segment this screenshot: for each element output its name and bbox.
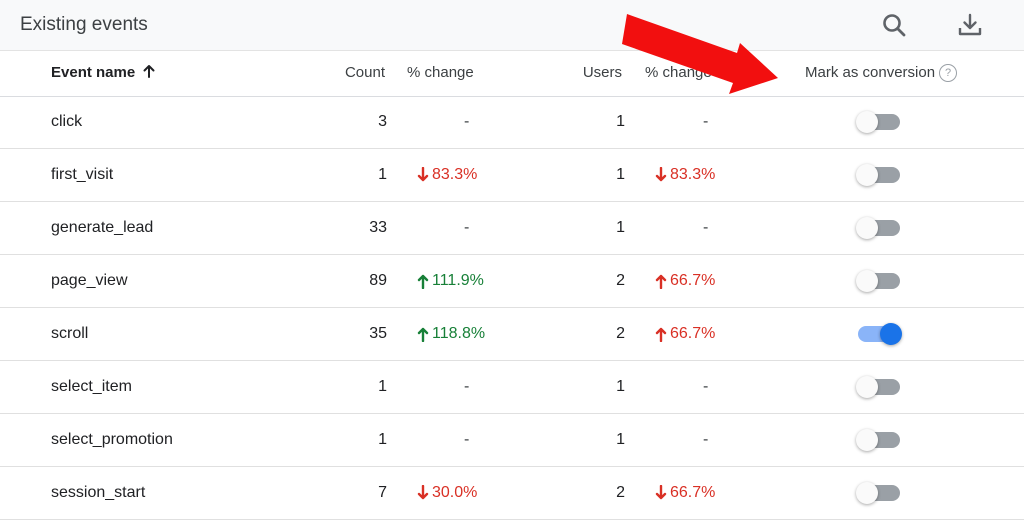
count-change: 83.3% bbox=[416, 166, 477, 184]
toggle-knob bbox=[856, 164, 878, 186]
event-count: 1 bbox=[378, 378, 387, 395]
users-change-value: 66.7% bbox=[670, 484, 716, 501]
search-button[interactable] bbox=[877, 8, 911, 42]
column-mark-conversion-label: Mark as conversion bbox=[805, 64, 936, 81]
event-count: 3 bbox=[378, 113, 387, 130]
users-change: - bbox=[703, 113, 709, 130]
count-change: - bbox=[464, 113, 470, 130]
count-change: 30.0% bbox=[416, 484, 477, 502]
arrow-up-icon bbox=[655, 327, 667, 342]
arrow-up-icon bbox=[655, 274, 667, 289]
events-table-body: click 3 - 1 - first_visit 1 83.3% 1 83.3% generate… bbox=[0, 96, 1024, 520]
users-change: 66.7% bbox=[654, 325, 715, 343]
event-count: 1 bbox=[378, 431, 387, 448]
event-count: 89 bbox=[369, 272, 387, 289]
users-change-value: 66.7% bbox=[670, 272, 716, 289]
users-change: 83.3% bbox=[654, 166, 715, 184]
column-headers: Event name Count % change Users % change… bbox=[0, 50, 1024, 97]
table-row: select_promotion 1 - 1 - bbox=[0, 414, 1024, 467]
column-count-change[interactable]: % change bbox=[407, 64, 474, 81]
mark-as-conversion-toggle[interactable] bbox=[856, 482, 902, 504]
help-icon[interactable]: ? bbox=[939, 64, 958, 83]
event-count: 33 bbox=[369, 219, 387, 236]
arrow-down-icon bbox=[417, 167, 429, 182]
event-name: scroll bbox=[51, 325, 89, 342]
users-change-value: 66.7% bbox=[670, 325, 716, 342]
event-users: 1 bbox=[616, 166, 625, 183]
column-event-name-label: Event name bbox=[51, 64, 136, 81]
count-change-value: 111.9% bbox=[432, 272, 484, 289]
column-users-change[interactable]: % change bbox=[645, 64, 712, 81]
users-change-value: 83.3% bbox=[670, 166, 716, 183]
mark-as-conversion-toggle[interactable] bbox=[856, 429, 902, 451]
event-name: generate_lead bbox=[51, 219, 154, 236]
download-icon bbox=[958, 13, 982, 36]
table-row: click 3 - 1 - bbox=[0, 96, 1024, 149]
event-count: 35 bbox=[369, 325, 387, 342]
arrow-down-icon bbox=[417, 485, 429, 500]
event-count: 1 bbox=[378, 166, 387, 183]
count-change: - bbox=[464, 219, 470, 236]
table-row: generate_lead 33 - 1 - bbox=[0, 202, 1024, 255]
column-event-name[interactable]: Event name bbox=[51, 64, 156, 81]
table-row: session_start 7 30.0% 2 66.7% bbox=[0, 467, 1024, 520]
column-count[interactable]: Count bbox=[345, 64, 385, 81]
count-change: 111.9% bbox=[416, 272, 484, 290]
toggle-knob bbox=[856, 376, 878, 398]
table-row: page_view 89 111.9% 2 66.7% bbox=[0, 255, 1024, 308]
event-name: select_promotion bbox=[51, 431, 173, 448]
users-change: - bbox=[703, 431, 709, 448]
event-name: first_visit bbox=[51, 166, 114, 183]
card-title: Existing events bbox=[20, 14, 148, 35]
mark-as-conversion-toggle[interactable] bbox=[856, 270, 902, 292]
event-name: page_view bbox=[51, 272, 128, 289]
toggle-knob bbox=[856, 429, 878, 451]
users-change: 66.7% bbox=[654, 484, 715, 502]
arrow-down-icon bbox=[655, 167, 667, 182]
table-row: first_visit 1 83.3% 1 83.3% bbox=[0, 149, 1024, 202]
users-change: - bbox=[703, 219, 709, 236]
event-users: 1 bbox=[616, 431, 625, 448]
table-header-bar: Existing events bbox=[0, 0, 1024, 51]
count-change: 118.8% bbox=[416, 325, 485, 343]
mark-as-conversion-toggle[interactable] bbox=[856, 111, 902, 133]
mark-as-conversion-toggle[interactable] bbox=[856, 376, 902, 398]
users-change: - bbox=[703, 378, 709, 395]
toggle-knob bbox=[880, 323, 902, 345]
column-users[interactable]: Users bbox=[583, 64, 622, 81]
event-name: session_start bbox=[51, 484, 146, 501]
event-name: select_item bbox=[51, 378, 132, 395]
event-name: click bbox=[51, 113, 83, 130]
table-row: scroll 35 118.8% 2 66.7% bbox=[0, 308, 1024, 361]
users-change: 66.7% bbox=[654, 272, 715, 290]
search-icon bbox=[883, 14, 906, 37]
event-users: 2 bbox=[616, 325, 625, 342]
toggle-knob bbox=[856, 270, 878, 292]
event-users: 1 bbox=[616, 219, 625, 236]
count-change-value: 83.3% bbox=[432, 166, 478, 183]
count-change: - bbox=[464, 431, 470, 448]
arrow-up-icon bbox=[143, 65, 155, 78]
arrow-up-icon bbox=[417, 274, 429, 289]
event-users: 2 bbox=[616, 272, 625, 289]
event-count: 7 bbox=[378, 484, 387, 501]
toggle-knob bbox=[856, 217, 878, 239]
count-change: - bbox=[464, 378, 470, 395]
toggle-knob bbox=[856, 482, 878, 504]
event-users: 1 bbox=[616, 378, 625, 395]
arrow-down-icon bbox=[655, 485, 667, 500]
table-row: select_item 1 - 1 - bbox=[0, 361, 1024, 414]
mark-as-conversion-toggle[interactable] bbox=[856, 217, 902, 239]
column-mark-conversion: Mark as conversion? bbox=[805, 64, 958, 83]
count-change-value: 30.0% bbox=[432, 484, 478, 501]
count-change-value: 118.8% bbox=[432, 325, 486, 342]
mark-as-conversion-toggle[interactable] bbox=[856, 323, 902, 345]
arrow-up-icon bbox=[417, 327, 429, 342]
download-button[interactable] bbox=[953, 8, 987, 42]
toggle-knob bbox=[856, 111, 878, 133]
mark-as-conversion-toggle[interactable] bbox=[856, 164, 902, 186]
event-users: 2 bbox=[616, 484, 625, 501]
event-users: 1 bbox=[616, 113, 625, 130]
